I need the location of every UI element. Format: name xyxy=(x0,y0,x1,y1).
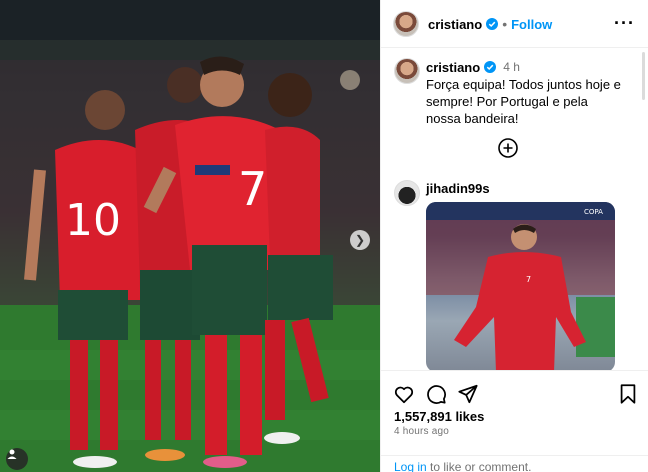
caption-meta: cristiano 4 h xyxy=(426,59,626,75)
commenter-avatar[interactable] xyxy=(394,180,420,206)
sticker-text: COPA xyxy=(584,208,603,216)
next-photo-button[interactable]: ❯ xyxy=(350,230,370,250)
post-side-panel: cristiano • Follow ··· cristiano 4 h For… xyxy=(380,0,648,472)
view-more-comments-button[interactable] xyxy=(497,137,519,159)
save-bookmark-icon[interactable] xyxy=(617,383,639,405)
svg-text:7: 7 xyxy=(526,275,531,284)
user-icon xyxy=(7,449,17,459)
caption-text: Força equipa! Todos juntos hoje e sempre… xyxy=(426,77,621,126)
author-avatar[interactable] xyxy=(393,11,419,37)
likes-count[interactable]: 1,557,891 likes xyxy=(394,409,484,424)
post-photo: 10 7 xyxy=(0,0,380,472)
plus-circle-icon xyxy=(498,138,518,158)
comment-icon[interactable] xyxy=(425,383,447,405)
post-timestamp[interactable]: 4 hours ago xyxy=(394,426,449,437)
comments-scrollbar[interactable] xyxy=(642,52,645,100)
tagged-users-button[interactable] xyxy=(6,448,28,470)
caption-avatar[interactable] xyxy=(394,58,420,84)
author-username[interactable]: cristiano xyxy=(428,17,482,32)
login-prompt-text: Log in to like or comment. xyxy=(394,460,531,472)
header-user: cristiano • Follow xyxy=(428,16,552,32)
login-link[interactable]: Log in xyxy=(394,460,427,472)
commenter-username[interactable]: jihadin99s xyxy=(426,181,490,196)
verified-badge-icon xyxy=(484,61,497,73)
caption-username[interactable]: cristiano xyxy=(426,60,480,75)
separator-dot: • xyxy=(502,16,508,32)
login-prompt: Log in to like or comment. xyxy=(381,455,648,472)
follow-button[interactable]: Follow xyxy=(511,17,552,32)
comment-sticker-image: COPA 7 xyxy=(426,202,615,372)
post-header: cristiano • Follow ··· xyxy=(381,0,648,48)
caption-time[interactable]: 4 h xyxy=(503,60,520,74)
chevron-right-icon: ❯ xyxy=(354,233,366,247)
like-heart-icon[interactable] xyxy=(393,383,415,405)
caption-body: cristiano 4 h Força equipa! Todos juntos… xyxy=(426,59,626,127)
svg-text:7: 7 xyxy=(238,162,267,216)
svg-text:10: 10 xyxy=(65,195,121,246)
more-options-icon[interactable]: ··· xyxy=(614,14,635,32)
post-media[interactable]: 10 7 ❯ xyxy=(0,0,380,472)
verified-badge-icon xyxy=(486,18,499,30)
login-rest-text: to like or comment. xyxy=(426,460,532,472)
share-send-icon[interactable] xyxy=(457,383,479,405)
post-actions: 1,557,891 likes 4 hours ago Log in to li… xyxy=(381,370,648,472)
